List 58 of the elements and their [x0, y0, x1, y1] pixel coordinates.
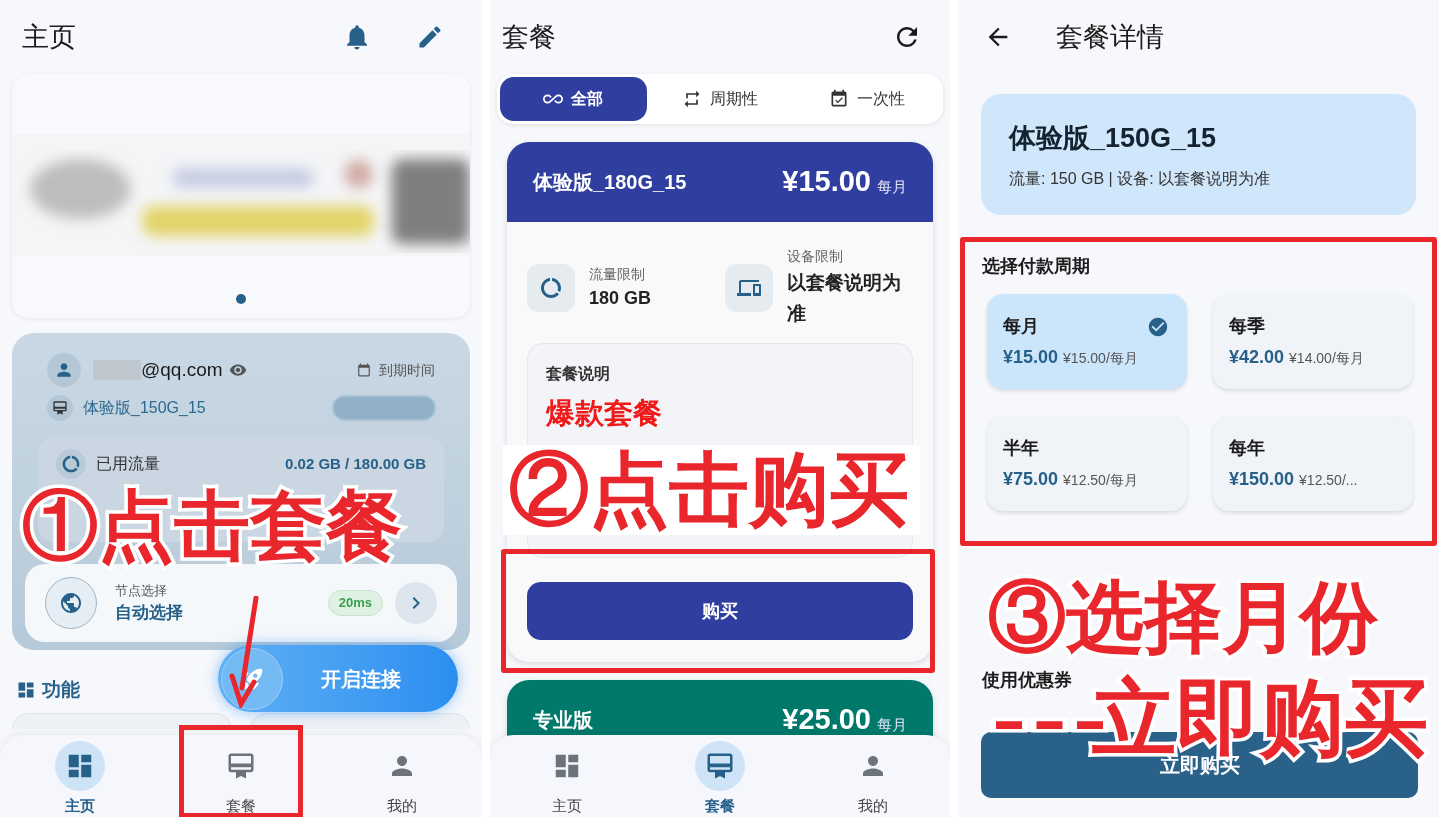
billing-option[interactable]: 每年 ¥150.00 ¥12.50/... — [1213, 416, 1413, 511]
description-highlight: 爆款套餐 — [546, 396, 662, 431]
filter-tab[interactable]: 一次性 — [793, 77, 940, 121]
nav-tab[interactable]: 主页 — [490, 735, 644, 817]
plan-price: ¥15.00 — [782, 164, 871, 200]
billing-option[interactable]: 每月 ¥15.00 ¥15.00/每月 — [987, 294, 1187, 389]
nav-tab[interactable]: 主页 — [0, 735, 161, 817]
section-title: 功能 — [42, 678, 80, 702]
avatar-icon — [47, 353, 81, 387]
traffic-value: 0.02 GB / 180.00 GB — [285, 453, 426, 474]
section-title: 选择付款周期 — [982, 255, 1091, 278]
membership-card-icon — [705, 751, 735, 781]
plan-name: 体验版_180G_15 — [533, 170, 687, 195]
expire-label: 到期时间 — [379, 360, 435, 380]
usage-icon — [56, 449, 86, 479]
stat-label: 设备限制 — [787, 247, 844, 266]
description-title: 套餐说明 — [546, 364, 610, 384]
plan-price: ¥25.00 — [782, 702, 871, 738]
globe-icon — [45, 577, 97, 629]
eye-icon[interactable] — [228, 361, 247, 379]
stat-label: 流量限制 — [589, 264, 646, 284]
page-title: 主页 — [22, 20, 76, 54]
stat-value: 180 GB — [589, 286, 652, 310]
plan-name: 专业版 — [533, 708, 593, 733]
plan-name: 体验版_150G_15 — [83, 398, 206, 418]
plan-info: 流量: 150 GB | 设备: 以套餐说明为准 — [1009, 168, 1272, 189]
nav-tab[interactable]: 套餐 — [183, 735, 299, 817]
feature-card[interactable] — [12, 712, 232, 729]
latency-badge: 20ms — [327, 590, 383, 616]
price-period: 每月 — [877, 176, 907, 197]
filter-tab[interactable]: 周期性 — [646, 77, 794, 121]
calendar-icon — [357, 363, 371, 377]
buy-button[interactable]: 购买 — [527, 582, 913, 640]
usage-icon — [527, 263, 575, 312]
annotation-text: ③选择月份 — [988, 578, 1378, 656]
repeat-icon — [682, 89, 702, 109]
traffic-label: 已用流量 — [96, 454, 160, 474]
node-label: 节点选择 — [115, 581, 168, 600]
node-value: 自动选择 — [115, 602, 183, 624]
nav-tab[interactable]: 我的 — [321, 735, 482, 817]
plan-name: 体验版_150G_15 — [1009, 122, 1218, 156]
check-icon — [1147, 316, 1169, 338]
coupon-label: 使用优惠券 — [982, 669, 1073, 692]
billing-option[interactable]: 半年 ¥75.00 ¥12.50/每月 — [987, 416, 1187, 511]
email-text: @qq.com — [141, 357, 223, 382]
membership-card-icon — [47, 395, 73, 421]
page-title: 套餐详情 — [1056, 20, 1164, 54]
annotation-text: ②点击购买 — [509, 450, 909, 530]
feature-card[interactable] — [250, 712, 470, 729]
stat-value: 以套餐说明为准 — [787, 271, 902, 326]
nav-tab[interactable]: 我的 — [796, 735, 950, 817]
filter-tab[interactable]: 全部 — [500, 77, 647, 121]
price-period: 每月 — [877, 714, 907, 735]
billing-option[interactable]: 每季 ¥42.00 ¥14.00/每月 — [1213, 294, 1413, 389]
grid-icon — [16, 680, 36, 701]
page-title: 套餐 — [502, 20, 556, 54]
devices-icon — [725, 263, 773, 312]
nav-tab[interactable]: 套餐 — [643, 735, 797, 817]
